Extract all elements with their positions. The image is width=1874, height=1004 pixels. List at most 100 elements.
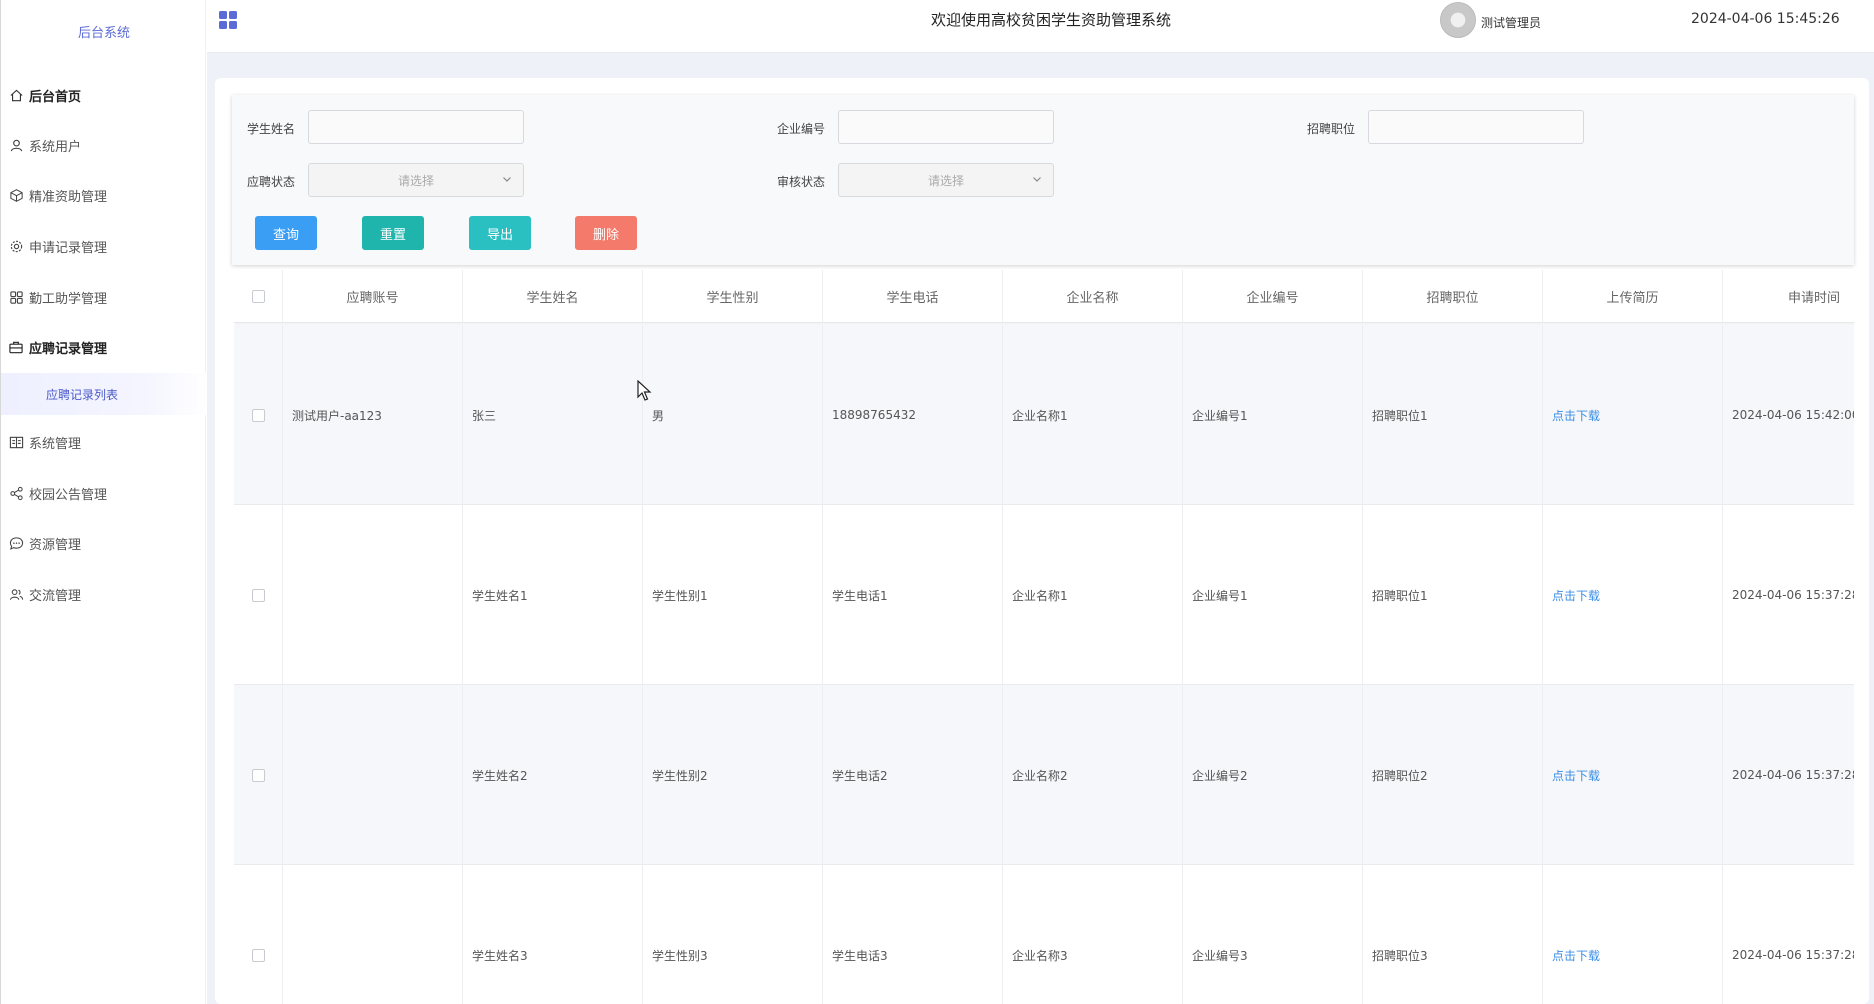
table-cell: 2024-04-06 15:37:28 bbox=[1723, 865, 1854, 1004]
delete-button[interactable]: 删除 bbox=[575, 216, 637, 250]
sidebar-item-label: 应聘记录管理 bbox=[29, 341, 108, 357]
select-placeholder: 请选择 bbox=[927, 173, 964, 188]
apply-status-select[interactable]: 请选择 bbox=[308, 163, 524, 197]
row-select-cell bbox=[234, 865, 283, 1004]
sidebar-item-system-users[interactable]: 系统用户 bbox=[1, 130, 207, 160]
cube-icon bbox=[8, 187, 24, 203]
review-status-label: 审核状态 bbox=[777, 175, 826, 189]
download-resume-link[interactable]: 点击下载 bbox=[1543, 865, 1723, 1004]
sidebar-item-precise-aid[interactable]: 精准资助管理 bbox=[1, 180, 207, 210]
table-cell: 2024-04-06 15:37:28 bbox=[1723, 685, 1854, 865]
table-row[interactable]: 学生姓名1 学生性别1 学生电话1 企业名称1 企业编号1 招聘职位1 点击下载… bbox=[234, 505, 1854, 685]
sidebar-item-label: 后台首页 bbox=[29, 89, 82, 105]
download-resume-link[interactable]: 点击下载 bbox=[1543, 685, 1723, 865]
table-row[interactable]: 学生姓名3 学生性别3 学生电话3 企业名称3 企业编号3 招聘职位3 点击下载… bbox=[234, 865, 1854, 1004]
table-row[interactable]: 学生姓名2 学生性别2 学生电话2 企业名称2 企业编号2 招聘职位2 点击下载… bbox=[234, 685, 1854, 865]
sidebar-item-job-application-records[interactable]: 应聘记录管理 bbox=[1, 332, 207, 362]
table-cell: 招聘职位1 bbox=[1363, 325, 1543, 505]
sidebar-item-label: 资源管理 bbox=[29, 537, 82, 553]
table-cell: 企业编号1 bbox=[1183, 505, 1363, 685]
column-header[interactable]: 学生姓名 bbox=[463, 270, 643, 322]
column-header[interactable]: 企业名称 bbox=[1003, 270, 1183, 322]
page-title: 欢迎使用高校贫困学生资助管理系统 bbox=[931, 11, 1172, 29]
company-no-label: 企业编号 bbox=[777, 122, 826, 136]
mouse-cursor-icon bbox=[637, 379, 653, 406]
table-header: 应聘账号 学生姓名 学生性别 学生电话 企业名称 企业编号 招聘职位 上传简历 … bbox=[234, 270, 1854, 323]
table-cell: 学生姓名3 bbox=[463, 865, 643, 1004]
sidebar-item-label: 勤工助学管理 bbox=[29, 291, 108, 307]
position-label: 招聘职位 bbox=[1307, 122, 1356, 136]
sidebar-item-work-study[interactable]: 勤工助学管理 bbox=[1, 282, 207, 312]
sidebar-item-system-management[interactable]: 系统管理 bbox=[1, 427, 207, 457]
table-cell: 2024-04-06 15:42:00 bbox=[1723, 325, 1854, 505]
select-all-checkbox[interactable] bbox=[251, 289, 265, 303]
search-button[interactable]: 查询 bbox=[255, 216, 317, 250]
table-cell: 企业名称1 bbox=[1003, 505, 1183, 685]
column-header[interactable]: 申请时间 bbox=[1723, 270, 1854, 322]
review-status-select[interactable]: 请选择 bbox=[838, 163, 1054, 197]
table-cell: 学生电话3 bbox=[823, 865, 1003, 1004]
table-cell: 学生姓名1 bbox=[463, 505, 643, 685]
table-cell: 招聘职位3 bbox=[1363, 865, 1543, 1004]
row-checkbox[interactable] bbox=[251, 768, 265, 782]
table-cell: 学生电话1 bbox=[823, 505, 1003, 685]
position-input[interactable] bbox=[1368, 110, 1584, 144]
export-button[interactable]: 导出 bbox=[469, 216, 531, 250]
table-cell: 学生性别3 bbox=[643, 865, 823, 1004]
username[interactable]: 测试管理员 bbox=[1481, 14, 1541, 31]
sidebar-item-label: 系统管理 bbox=[29, 436, 82, 452]
sidebar-item-label: 申请记录管理 bbox=[29, 240, 108, 256]
select-placeholder: 请选择 bbox=[397, 173, 434, 188]
gear-icon bbox=[8, 238, 24, 254]
sidebar-item-application-records[interactable]: 申请记录管理 bbox=[1, 231, 207, 261]
user-icon bbox=[8, 137, 24, 153]
sidebar-subitem-job-application-list[interactable]: 应聘记录列表 bbox=[1, 373, 207, 415]
table-cell: 企业编号1 bbox=[1183, 325, 1363, 505]
table-cell bbox=[283, 865, 463, 1004]
table-cell: 测试用户-aa123 bbox=[283, 325, 463, 505]
chevron-down-icon bbox=[501, 173, 513, 188]
table-cell: 招聘职位1 bbox=[1363, 505, 1543, 685]
table-cell: 企业名称3 bbox=[1003, 865, 1183, 1004]
home-icon bbox=[8, 87, 24, 103]
column-header[interactable]: 招聘职位 bbox=[1363, 270, 1543, 322]
column-header[interactable]: 应聘账号 bbox=[283, 270, 463, 322]
sidebar-item-communication[interactable]: 交流管理 bbox=[1, 579, 207, 609]
row-checkbox[interactable] bbox=[251, 948, 265, 962]
select-all-cell bbox=[234, 270, 283, 322]
table-cell: 2024-04-06 15:37:28 bbox=[1723, 505, 1854, 685]
column-header[interactable]: 学生性别 bbox=[643, 270, 823, 322]
chat-icon bbox=[8, 535, 24, 551]
row-select-cell bbox=[234, 325, 283, 505]
sidebar-item-home[interactable]: 后台首页 bbox=[1, 80, 207, 110]
download-resume-link[interactable]: 点击下载 bbox=[1543, 325, 1723, 505]
table-cell bbox=[283, 685, 463, 865]
table-cell: 男 bbox=[643, 325, 823, 505]
column-header[interactable]: 企业编号 bbox=[1183, 270, 1363, 322]
sidebar-item-campus-notice[interactable]: 校园公告管理 bbox=[1, 478, 207, 508]
users-icon bbox=[8, 586, 24, 602]
avatar[interactable] bbox=[1440, 2, 1476, 38]
table-cell: 18898765432 bbox=[823, 325, 1003, 505]
menu-toggle-icon[interactable] bbox=[218, 10, 238, 34]
table-cell: 学生电话2 bbox=[823, 685, 1003, 865]
column-header[interactable]: 上传简历 bbox=[1543, 270, 1723, 322]
column-header[interactable]: 学生电话 bbox=[823, 270, 1003, 322]
row-checkbox[interactable] bbox=[251, 408, 265, 422]
current-datetime: 2024-04-06 15:45:26 bbox=[1691, 11, 1840, 27]
table-cell: 学生姓名2 bbox=[463, 685, 643, 865]
sidebar-item-label: 交流管理 bbox=[29, 588, 82, 604]
sidebar-item-label: 校园公告管理 bbox=[29, 487, 108, 503]
table-cell: 企业名称1 bbox=[1003, 325, 1183, 505]
company-no-input[interactable] bbox=[838, 110, 1054, 144]
table-row[interactable]: 测试用户-aa123 张三 男 18898765432 企业名称1 企业编号1 … bbox=[234, 325, 1854, 505]
download-resume-link[interactable]: 点击下载 bbox=[1543, 505, 1723, 685]
row-checkbox[interactable] bbox=[251, 588, 265, 602]
records-table: 应聘账号 学生姓名 学生性别 学生电话 企业名称 企业编号 招聘职位 上传简历 … bbox=[234, 270, 1854, 1004]
sidebar-subitem-label: 应聘记录列表 bbox=[46, 387, 119, 402]
sidebar-item-resources[interactable]: 资源管理 bbox=[1, 528, 207, 558]
student-name-input[interactable] bbox=[308, 110, 524, 144]
table-cell: 企业编号3 bbox=[1183, 865, 1363, 1004]
book-icon bbox=[8, 434, 24, 450]
reset-button[interactable]: 重置 bbox=[362, 216, 424, 250]
